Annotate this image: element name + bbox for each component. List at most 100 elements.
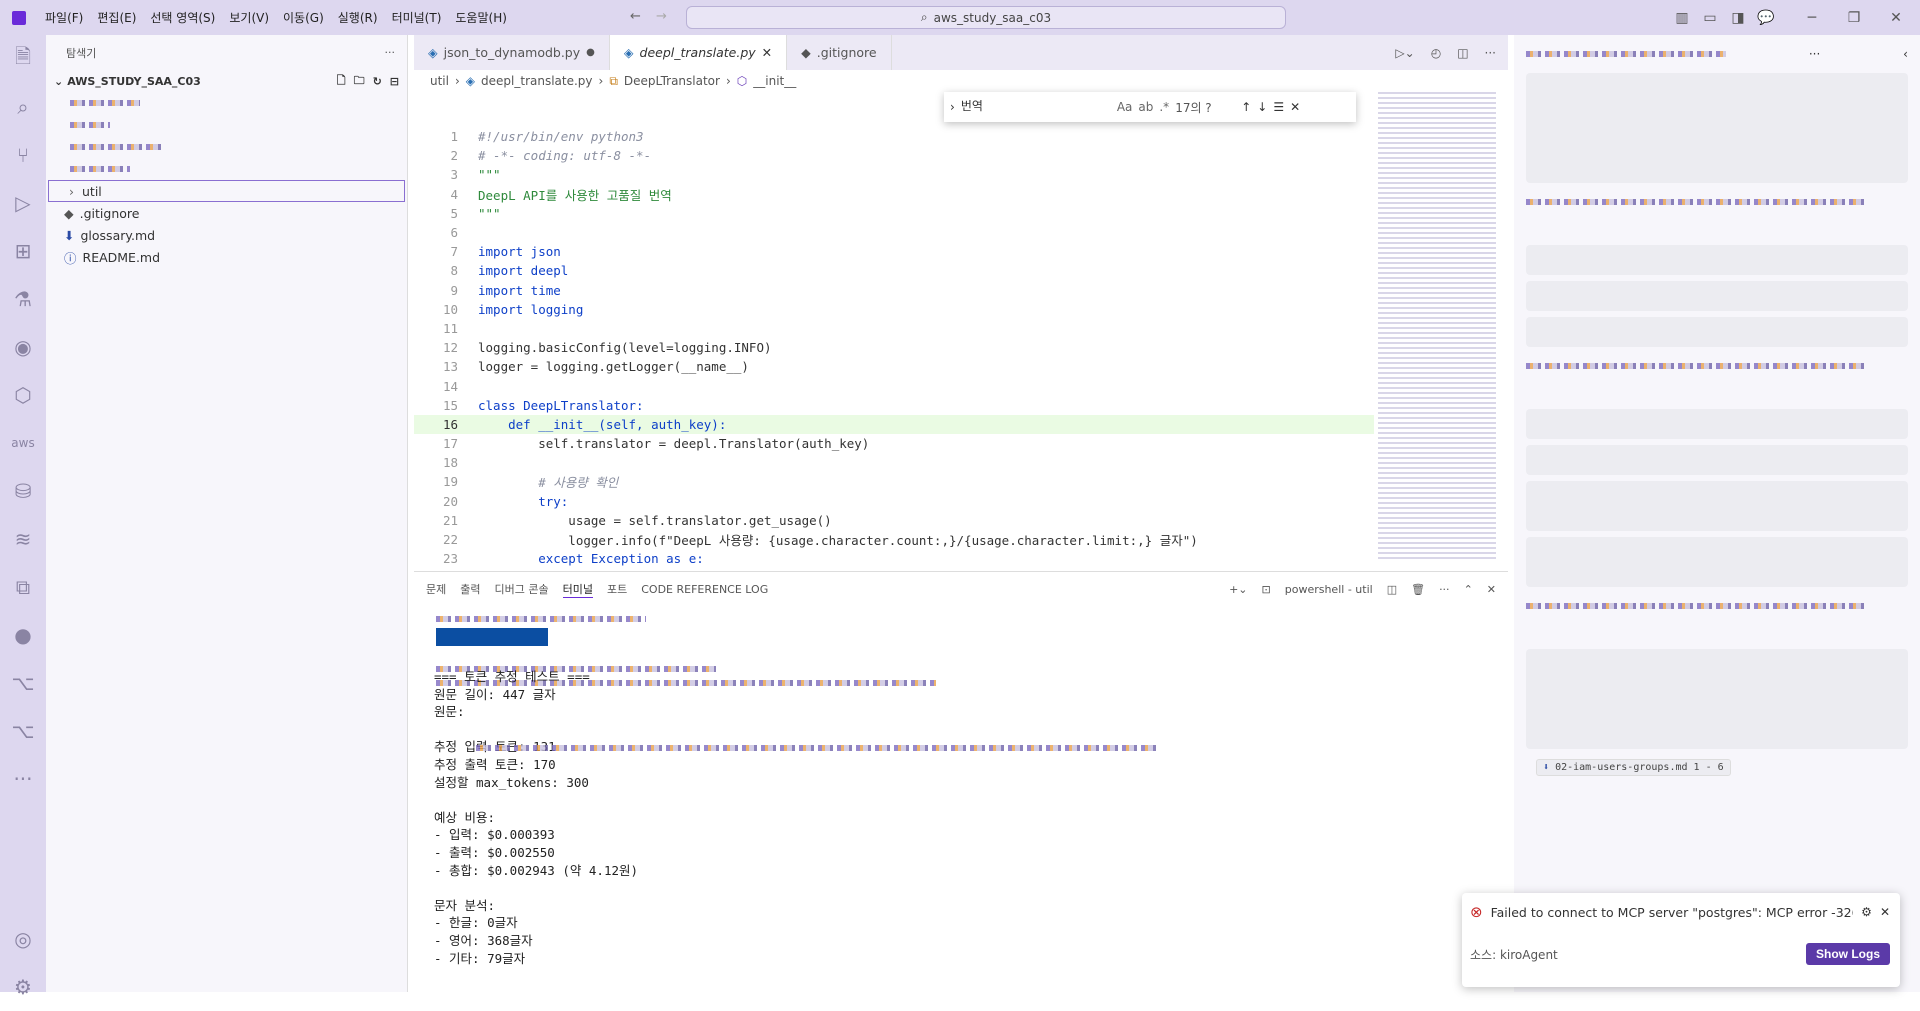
chat-icon[interactable]: 💬	[1752, 10, 1780, 26]
tab-json-to-dynamodb[interactable]: ◈ json_to_dynamodb.py ●	[414, 35, 610, 70]
workspace-folder[interactable]: ⌄ AWS_STUDY_SAA_C03 🗋 🗀 ↻ ⊟	[46, 70, 407, 92]
tab-debug-console[interactable]: 디버그 콘솔	[495, 581, 549, 597]
breadcrumb-class[interactable]: DeepLTranslator	[624, 74, 720, 88]
trash-icon[interactable]: 🗑	[1411, 583, 1425, 596]
testing-icon[interactable]: ⚗	[0, 275, 46, 323]
collapse-all-icon[interactable]: ⊟	[390, 75, 399, 88]
file-label: glossary.md	[80, 227, 156, 243]
tab-code-reference-log[interactable]: CODE REFERENCE LOG	[641, 583, 768, 596]
menu-item[interactable]: 선택 영역(S)	[143, 9, 222, 26]
new-file-icon[interactable]: 🗋	[337, 72, 346, 91]
menu-item[interactable]: 실행(R)	[331, 9, 385, 26]
run-debug-icon[interactable]: ▷	[0, 179, 46, 227]
menu-item[interactable]: 파일(F)	[38, 9, 90, 26]
layout-sidebar-icon[interactable]: ▥	[1668, 10, 1696, 26]
editor-more-icon[interactable]: ···	[1485, 46, 1496, 60]
line-number: 9	[450, 282, 458, 298]
close-tab-icon[interactable]: ✕	[762, 45, 772, 60]
graph-alt-icon[interactable]: ⌥	[0, 707, 46, 755]
manage-gear-icon[interactable]: ⚙	[0, 963, 46, 1011]
chat-more-icon[interactable]: ···	[1809, 47, 1820, 61]
line-number: 7	[450, 244, 458, 260]
panel-more-icon[interactable]: ···	[1439, 583, 1450, 596]
show-logs-button[interactable]: Show Logs	[1806, 943, 1890, 965]
tab-output[interactable]: 출력	[460, 581, 480, 597]
new-folder-icon[interactable]: 🗀	[354, 72, 365, 91]
toggle-secondary-sidebar-icon[interactable]: ◨	[1724, 10, 1752, 26]
terminal-line: - 한글: 0글자	[434, 915, 518, 931]
explorer-icon[interactable]: 🗎	[0, 35, 46, 83]
menu-item[interactable]: 이동(G)	[276, 9, 331, 26]
command-center-search[interactable]: ⌕ aws_study_saa_c03	[686, 6, 1286, 29]
close-panel-icon[interactable]: ✕	[1487, 583, 1496, 596]
whole-word-icon[interactable]: ab	[1138, 100, 1153, 114]
layers-icon[interactable]: ≋	[0, 515, 46, 563]
terminal-output[interactable]: === 토큰 추정 테스트 ===원문 길이: 447 글자원문: 추정 입력 …	[434, 668, 638, 967]
tab-gitignore[interactable]: ◆ .gitignore	[787, 35, 892, 70]
hexagon-icon[interactable]: ⬡	[0, 371, 46, 419]
breadcrumb-util[interactable]: util	[430, 74, 449, 88]
line-number: 1	[450, 129, 458, 145]
new-terminal-icon[interactable]: +⌄	[1229, 583, 1247, 596]
minimap[interactable]	[1378, 92, 1496, 562]
menu-item[interactable]: 터미널(T)	[385, 9, 449, 26]
code-line: 12 logging.basicConfig(level=logging.INFO…	[414, 338, 1374, 357]
back-icon[interactable]: ←	[630, 9, 641, 24]
chat-collapse-icon[interactable]: ‹	[1903, 47, 1908, 61]
menu-item[interactable]: 편집(E)	[90, 9, 143, 26]
chat-message	[1526, 593, 1908, 643]
breadcrumb-method[interactable]: __init__	[753, 74, 796, 88]
close-window-icon[interactable]: ✕	[1882, 10, 1910, 26]
tree-file-readme[interactable]: ⓘ README.md	[46, 246, 407, 268]
split-terminal-icon[interactable]: ◫	[1387, 583, 1397, 596]
tab-ports[interactable]: 포트	[607, 581, 627, 597]
toggle-replace-icon[interactable]: ›	[950, 100, 955, 114]
refresh-icon[interactable]: ↻	[373, 75, 382, 88]
github-icon[interactable]: ●	[0, 611, 46, 659]
database-icon[interactable]: ⛁	[0, 467, 46, 515]
remote-icon[interactable]: ⧉	[0, 563, 46, 611]
tab-terminal[interactable]: 터미널	[562, 581, 593, 598]
toggle-panel-icon[interactable]: ▭	[1696, 10, 1724, 26]
find-in-selection-icon[interactable]: ☰	[1273, 100, 1284, 114]
forward-icon[interactable]: →	[656, 9, 667, 24]
breadcrumb-file[interactable]: deepl_translate.py	[481, 74, 593, 88]
maximize-icon[interactable]: ❐	[1840, 10, 1868, 26]
tab-problems[interactable]: 문제	[426, 581, 446, 597]
aws-icon[interactable]: aws	[0, 419, 46, 467]
source-control-icon[interactable]: ⑂	[0, 131, 46, 179]
menu-item[interactable]: 보기(V)	[222, 9, 276, 26]
tab-deepl-translate[interactable]: ◈ deepl_translate.py ✕	[609, 35, 788, 70]
menu-item[interactable]: 도움말(H)	[448, 9, 514, 26]
match-case-icon[interactable]: Aa	[1117, 100, 1133, 114]
notification-settings-icon[interactable]: ⚙	[1861, 905, 1872, 919]
regex-icon[interactable]: .*	[1159, 100, 1169, 114]
run-icon[interactable]: ▷⌄	[1395, 46, 1414, 60]
more-icon[interactable]: ···	[0, 755, 46, 803]
timeline-icon[interactable]: ◴	[1431, 46, 1441, 60]
search-activity-icon[interactable]: ⌕	[0, 83, 46, 131]
minimize-icon[interactable]: ─	[1798, 10, 1826, 26]
tree-file-gitignore[interactable]: ◆ .gitignore	[46, 202, 407, 224]
tree-folder-util[interactable]: › util	[48, 180, 405, 202]
extensions-icon[interactable]: ⊞	[0, 227, 46, 275]
code-editor[interactable]: 1 #!/usr/bin/env python3 2 # -*- coding: ut…	[414, 127, 1374, 568]
file-reference-chip[interactable]: ⬇ 02-iam-users-groups.md 1 - 6	[1536, 759, 1731, 776]
graph-icon[interactable]: ⌥	[0, 659, 46, 707]
terminal-shell-label[interactable]: powershell - util	[1285, 583, 1373, 596]
tree-file-glossary[interactable]: ⬇ glossary.md	[46, 224, 407, 246]
find-input[interactable]: 번역	[961, 97, 1111, 117]
maximize-panel-icon[interactable]: ⌃	[1464, 583, 1473, 596]
python-file-icon: ◈	[623, 45, 634, 60]
split-editor-icon[interactable]: ◫	[1457, 46, 1468, 60]
close-notification-icon[interactable]: ✕	[1880, 905, 1890, 919]
previous-match-icon[interactable]: ↑	[1241, 100, 1251, 114]
code-text: """	[478, 167, 501, 183]
account-icon[interactable]: ◎	[0, 915, 46, 963]
kiro-icon[interactable]: ◉	[0, 323, 46, 371]
close-find-icon[interactable]: ✕	[1290, 100, 1300, 114]
more-actions-icon[interactable]: ···	[385, 46, 396, 59]
line-number: 18	[442, 455, 458, 471]
next-match-icon[interactable]: ↓	[1257, 100, 1267, 114]
line-number: 19	[442, 474, 458, 490]
